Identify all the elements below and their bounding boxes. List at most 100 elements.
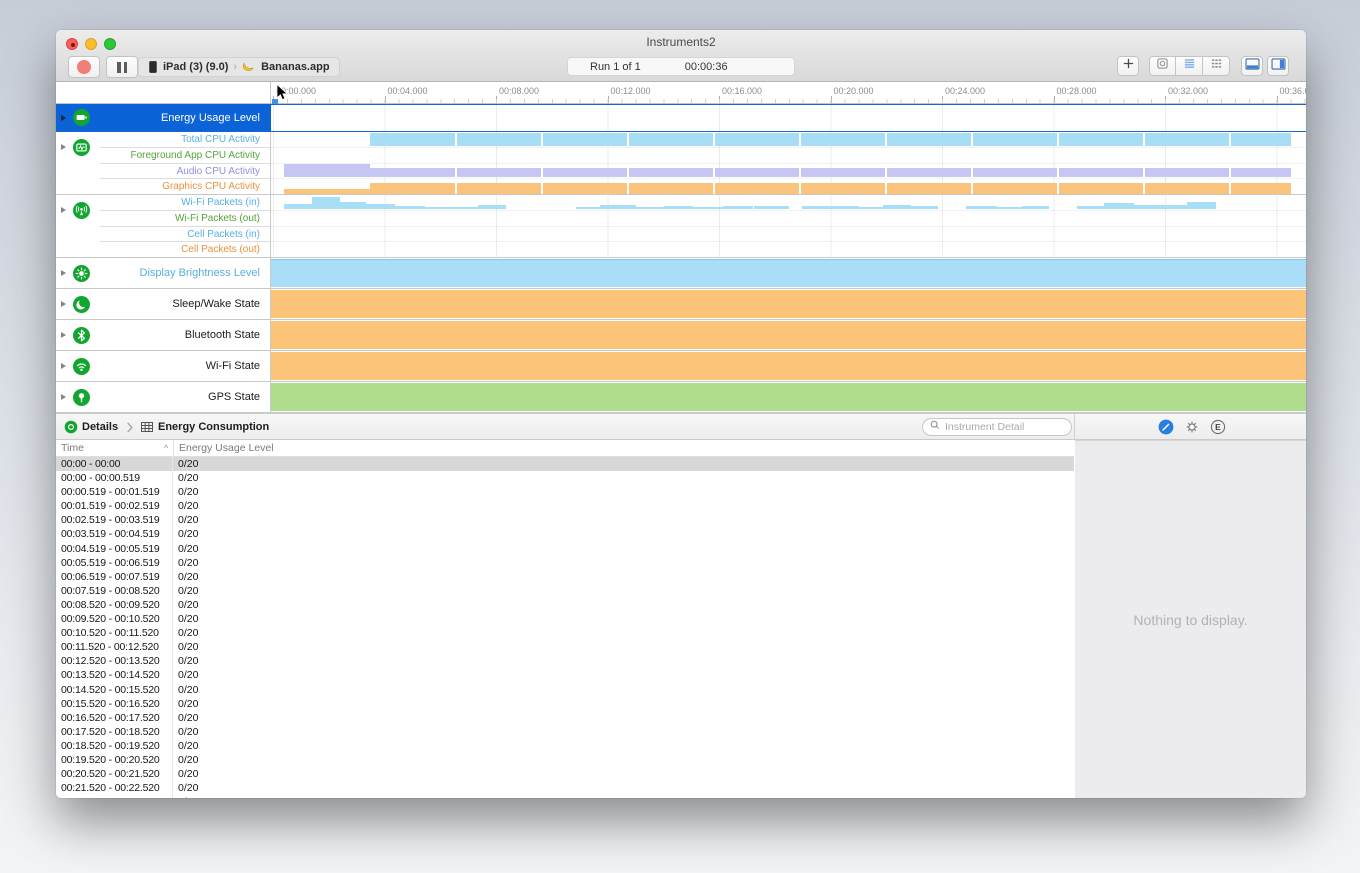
add-instrument-button[interactable] — [1117, 56, 1139, 76]
breadcrumb-root[interactable]: Details — [82, 421, 118, 433]
timeline-ruler[interactable]: 00:00.00000:04.00000:08.00000:12.00000:1… — [271, 82, 1306, 104]
track-sleepwake[interactable]: Sleep/Wake State — [56, 289, 1306, 320]
table-row[interactable]: 00:11.520 - 00:12.5200/20 — [56, 640, 1074, 654]
track-gps[interactable]: GPS State — [56, 382, 1306, 413]
breadcrumb-current[interactable]: Energy Consumption — [158, 421, 269, 433]
disclosure-triangle-icon[interactable] — [61, 332, 66, 338]
track-bluetooth[interactable]: Bluetooth State — [56, 320, 1306, 351]
table-row[interactable]: 00:15.520 - 00:16.5200/20 — [56, 697, 1074, 711]
record-button[interactable] — [68, 56, 100, 78]
disclosure-triangle-icon[interactable] — [61, 301, 66, 307]
activity-bar — [395, 206, 425, 209]
search-input[interactable] — [945, 421, 1055, 433]
track-cpu[interactable]: Total CPU ActivityForeground App CPU Act… — [56, 132, 1306, 195]
track-subrow[interactable] — [271, 132, 1306, 148]
track-label-brightness[interactable]: Display Brightness Level — [56, 258, 271, 288]
activity-bar — [911, 206, 938, 209]
detail-table-body[interactable]: 00:00 - 00:000/2000:00 - 00:00.5190/2000… — [56, 457, 1074, 798]
table-row[interactable]: 00:16.520 - 00:17.5200/20 — [56, 711, 1074, 725]
column-header-time[interactable]: Time — [61, 442, 84, 454]
track-label-wifistate[interactable]: Wi-Fi State — [56, 351, 271, 381]
track-energy[interactable]: Energy Usage Level — [56, 104, 1306, 132]
table-row[interactable]: 00:09.520 - 00:10.5200/20 — [56, 612, 1074, 626]
track-label-sleepwake[interactable]: Sleep/Wake State — [56, 289, 271, 319]
table-row[interactable]: 00:03.519 - 00:04.5190/20 — [56, 527, 1074, 541]
track-subrow[interactable] — [271, 148, 1306, 164]
disclosure-triangle-icon[interactable] — [61, 363, 66, 369]
table-row[interactable]: 00:21.520 - 00:22.5200/20 — [56, 781, 1074, 795]
track-label-gps[interactable]: GPS State — [56, 382, 271, 412]
track-timeline-network[interactable] — [271, 195, 1306, 257]
disclosure-triangle-icon[interactable] — [61, 270, 66, 276]
track-label-cpu[interactable]: Total CPU ActivityForeground App CPU Act… — [56, 132, 271, 194]
table-row[interactable]: 00:20.520 - 00:21.5200/20 — [56, 767, 1074, 781]
ruler-tick-label: 00:08.000 — [499, 86, 539, 96]
table-row[interactable]: 00:06.519 - 00:07.5190/20 — [56, 570, 1074, 584]
track-subrow[interactable] — [271, 227, 1306, 243]
disclosure-triangle-icon[interactable] — [61, 115, 66, 121]
table-row[interactable]: 00:05.519 - 00:06.5190/20 — [56, 556, 1074, 570]
track-brightness[interactable]: Display Brightness Level — [56, 258, 1306, 289]
track-label-energy[interactable]: Energy Usage Level — [56, 104, 271, 131]
display-settings-tab[interactable] — [1184, 419, 1200, 435]
activity-bar — [1145, 168, 1229, 177]
table-row[interactable]: 00:00 - 00:00.5190/20 — [56, 471, 1074, 485]
track-label-bluetooth[interactable]: Bluetooth State — [56, 320, 271, 350]
table-row[interactable]: 00:14.520 - 00:15.5200/20 — [56, 683, 1074, 697]
instruments-view-button[interactable] — [1149, 56, 1176, 76]
track-subrow[interactable] — [271, 179, 1306, 194]
table-row[interactable]: 00:10.520 - 00:11.5200/20 — [56, 626, 1074, 640]
table-row[interactable]: 00:01.519 - 00:02.5190/20 — [56, 499, 1074, 513]
disclosure-triangle-icon[interactable] — [61, 207, 66, 213]
inspector-empty-message: Nothing to display. — [1133, 612, 1247, 628]
activity-bar — [887, 133, 971, 146]
track-wifistate[interactable]: Wi-Fi State — [56, 351, 1306, 382]
column-divider[interactable] — [173, 440, 174, 456]
table-row[interactable]: 00:12.520 - 00:13.5200/20 — [56, 654, 1074, 668]
disclosure-triangle-icon[interactable] — [61, 144, 66, 150]
track-timeline-cpu[interactable] — [271, 132, 1306, 194]
sort-indicator[interactable]: ^ — [164, 443, 168, 453]
extended-detail-tab[interactable]: E — [1210, 419, 1226, 435]
list-view-button[interactable] — [1176, 56, 1203, 76]
activity-bar — [1231, 183, 1291, 194]
pause-button[interactable] — [106, 56, 138, 78]
table-row[interactable]: 00:19.520 - 00:20.5200/20 — [56, 753, 1074, 767]
table-row[interactable]: 00:08.520 - 00:09.5200/20 — [56, 598, 1074, 612]
track-subrow[interactable] — [271, 195, 1306, 211]
table-row[interactable]: 00:00 - 00:000/20 — [56, 457, 1074, 471]
search-icon — [929, 418, 941, 436]
track-label-network[interactable]: Wi-Fi Packets (in)Wi-Fi Packets (out)Cel… — [56, 195, 271, 257]
toggle-inspector-pane-button[interactable] — [1267, 56, 1289, 76]
activity-bar — [543, 168, 627, 177]
track-subrow[interactable] — [271, 164, 1306, 180]
track-timeline-gps[interactable] — [271, 382, 1306, 412]
table-row[interactable]: 00:04.519 - 00:05.5190/20 — [56, 542, 1074, 556]
track-timeline-wifistate[interactable] — [271, 351, 1306, 381]
table-row[interactable]: 00:02.519 - 00:03.5190/20 — [56, 513, 1074, 527]
ruler-major-tick — [385, 96, 386, 103]
table-row[interactable]: 00:13.520 - 00:14.5200/20 — [56, 668, 1074, 682]
table-row[interactable]: 00:00.519 - 00:01.5190/20 — [56, 485, 1074, 499]
disclosure-triangle-icon[interactable] — [61, 394, 66, 400]
track-timeline-bluetooth[interactable] — [271, 320, 1306, 350]
track-timeline-energy[interactable] — [271, 104, 1306, 131]
table-row[interactable]: 00:07.519 - 00:08.5200/20 — [56, 584, 1074, 598]
details-toolbar: Details Energy Consumption E — [56, 413, 1306, 440]
strategy-tab-selected[interactable] — [1158, 419, 1174, 435]
grid-view-button[interactable] — [1203, 56, 1230, 76]
cell-time: 00:01.519 - 00:02.519 — [56, 499, 173, 513]
column-header-energy[interactable]: Energy Usage Level — [179, 442, 274, 454]
track-timeline-brightness[interactable] — [271, 258, 1306, 288]
track-network[interactable]: Wi-Fi Packets (in)Wi-Fi Packets (out)Cel… — [56, 195, 1306, 258]
track-subrow[interactable] — [271, 242, 1306, 257]
table-row[interactable]: 00:17.520 - 00:18.5200/20 — [56, 725, 1074, 739]
table-row[interactable]: 00:22.520 - 00:23.5200/20 — [56, 795, 1074, 798]
table-row[interactable]: 00:18.520 - 00:19.5200/20 — [56, 739, 1074, 753]
target-selector[interactable]: iPad (3) (9.0) › Bananas.app — [138, 57, 340, 77]
toggle-detail-pane-button[interactable] — [1241, 56, 1263, 76]
track-timeline-sleepwake[interactable] — [271, 289, 1306, 319]
track-subrow[interactable] — [271, 211, 1306, 227]
state-fill-bar — [271, 259, 1306, 287]
instrument-detail-search[interactable] — [922, 418, 1072, 436]
